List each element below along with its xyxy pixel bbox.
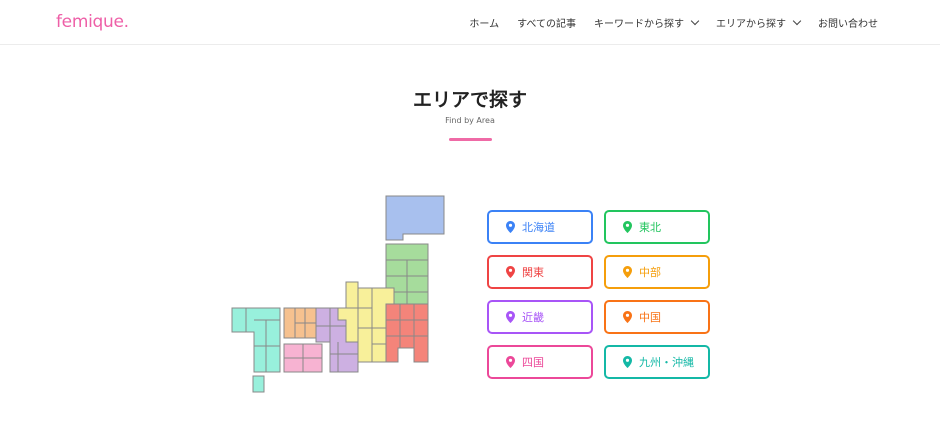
nav-home[interactable]: ホーム (469, 15, 499, 30)
area-button-kinki[interactable]: 近畿 (487, 300, 593, 334)
nav-all-articles[interactable]: すべての記事 (517, 15, 576, 30)
map-hokkaido[interactable] (385, 195, 445, 241)
location-pin-icon (623, 266, 632, 278)
area-label: 北海道 (522, 221, 555, 234)
area-button-chubu[interactable]: 中部 (604, 255, 710, 289)
site-logo[interactable]: femique. (56, 12, 129, 32)
map-shikoku[interactable] (283, 343, 323, 373)
area-label: 東北 (639, 221, 661, 234)
area-label: 四国 (522, 356, 544, 369)
location-pin-icon (506, 221, 515, 233)
main-nav: ホーム すべての記事 キーワードから探す エリアから探す お問い合わせ (469, 0, 878, 45)
section-title: エリアで探す (412, 89, 527, 111)
location-pin-icon (506, 266, 515, 278)
area-button-kyushu-okinawa[interactable]: 九州・沖縄 (604, 345, 710, 379)
area-label: 中国 (639, 311, 661, 324)
nav-all-articles-label: すべての記事 (517, 19, 576, 30)
nav-area-search[interactable]: エリアから探す (716, 15, 802, 30)
japan-map (231, 195, 445, 393)
map-chugoku[interactable] (283, 307, 317, 339)
area-label: 関東 (522, 266, 544, 279)
location-pin-icon (623, 356, 632, 368)
title-underline (449, 138, 492, 141)
nav-contact[interactable]: お問い合わせ (818, 15, 878, 30)
area-button-hokkaido[interactable]: 北海道 (487, 210, 593, 244)
location-pin-icon (623, 311, 632, 323)
area-button-kanto[interactable]: 関東 (487, 255, 593, 289)
location-pin-icon (506, 356, 515, 368)
nav-keyword-search-label: キーワードから探す (594, 19, 684, 30)
map-kyushu[interactable] (231, 307, 281, 373)
map-okinawa[interactable] (252, 375, 265, 393)
nav-keyword-search[interactable]: キーワードから探す (594, 15, 700, 30)
nav-area-search-label: エリアから探す (716, 19, 786, 30)
area-button-shikoku[interactable]: 四国 (487, 345, 593, 379)
section-subtitle: Find by Area (445, 116, 495, 125)
area-button-chugoku[interactable]: 中国 (604, 300, 710, 334)
map-kanto[interactable] (385, 303, 429, 363)
area-button-tohoku[interactable]: 東北 (604, 210, 710, 244)
area-label: 中部 (639, 266, 661, 279)
nav-home-label: ホーム (469, 19, 500, 30)
location-pin-icon (623, 221, 632, 233)
chevron-down-icon (690, 16, 700, 26)
nav-contact-label: お問い合わせ (818, 19, 878, 30)
area-label: 近畿 (522, 311, 544, 324)
site-header: femique. ホーム すべての記事 キーワードから探す エリアから探す お問… (0, 0, 940, 45)
chevron-down-icon (792, 16, 802, 26)
area-label: 九州・沖縄 (639, 356, 694, 369)
location-pin-icon (506, 311, 515, 323)
